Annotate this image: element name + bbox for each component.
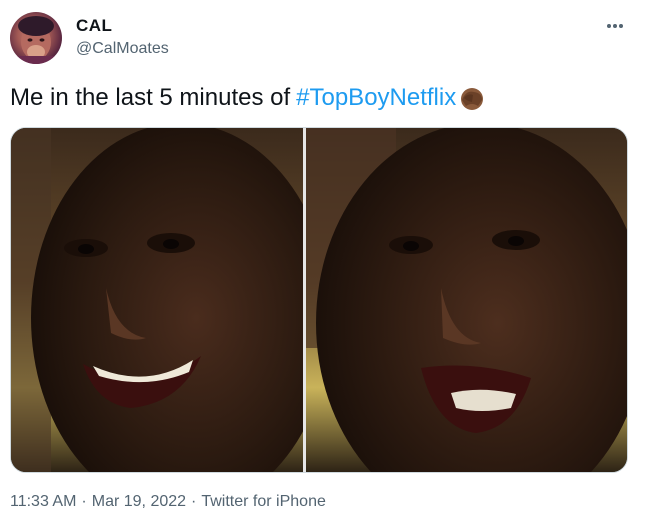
avatar[interactable]	[10, 12, 62, 64]
face-palm-emoji-icon	[458, 84, 486, 112]
tweet-body-text: Me in the last 5 minutes of	[10, 84, 291, 111]
tweet-media-image[interactable]	[10, 127, 628, 473]
author-handle[interactable]: @CalMoates	[76, 39, 169, 59]
more-horizontal-icon	[607, 24, 623, 28]
hashtag-link[interactable]: #TopBoyNetflix	[296, 83, 456, 113]
more-options-button[interactable]	[600, 14, 630, 38]
tweet-source[interactable]: Twitter for iPhone	[201, 493, 326, 510]
tweet-time[interactable]: 11:33 AM	[10, 493, 76, 510]
author-info: CAL @CalMoates	[76, 16, 169, 59]
tweet-date[interactable]: Mar 19, 2022	[92, 493, 186, 510]
tweet-text: Me in the last 5 minutes of #TopBoyNetfl…	[10, 83, 486, 113]
metadata-separator: ·	[81, 493, 87, 510]
tweet-metadata: 11:33 AM · Mar 19, 2022 · Twitter for iPhone	[10, 492, 326, 512]
tweet-card: CAL @CalMoates Me in the last 5 minutes …	[0, 0, 648, 527]
metadata-separator: ·	[191, 493, 197, 510]
author-display-name[interactable]: CAL	[76, 16, 169, 36]
